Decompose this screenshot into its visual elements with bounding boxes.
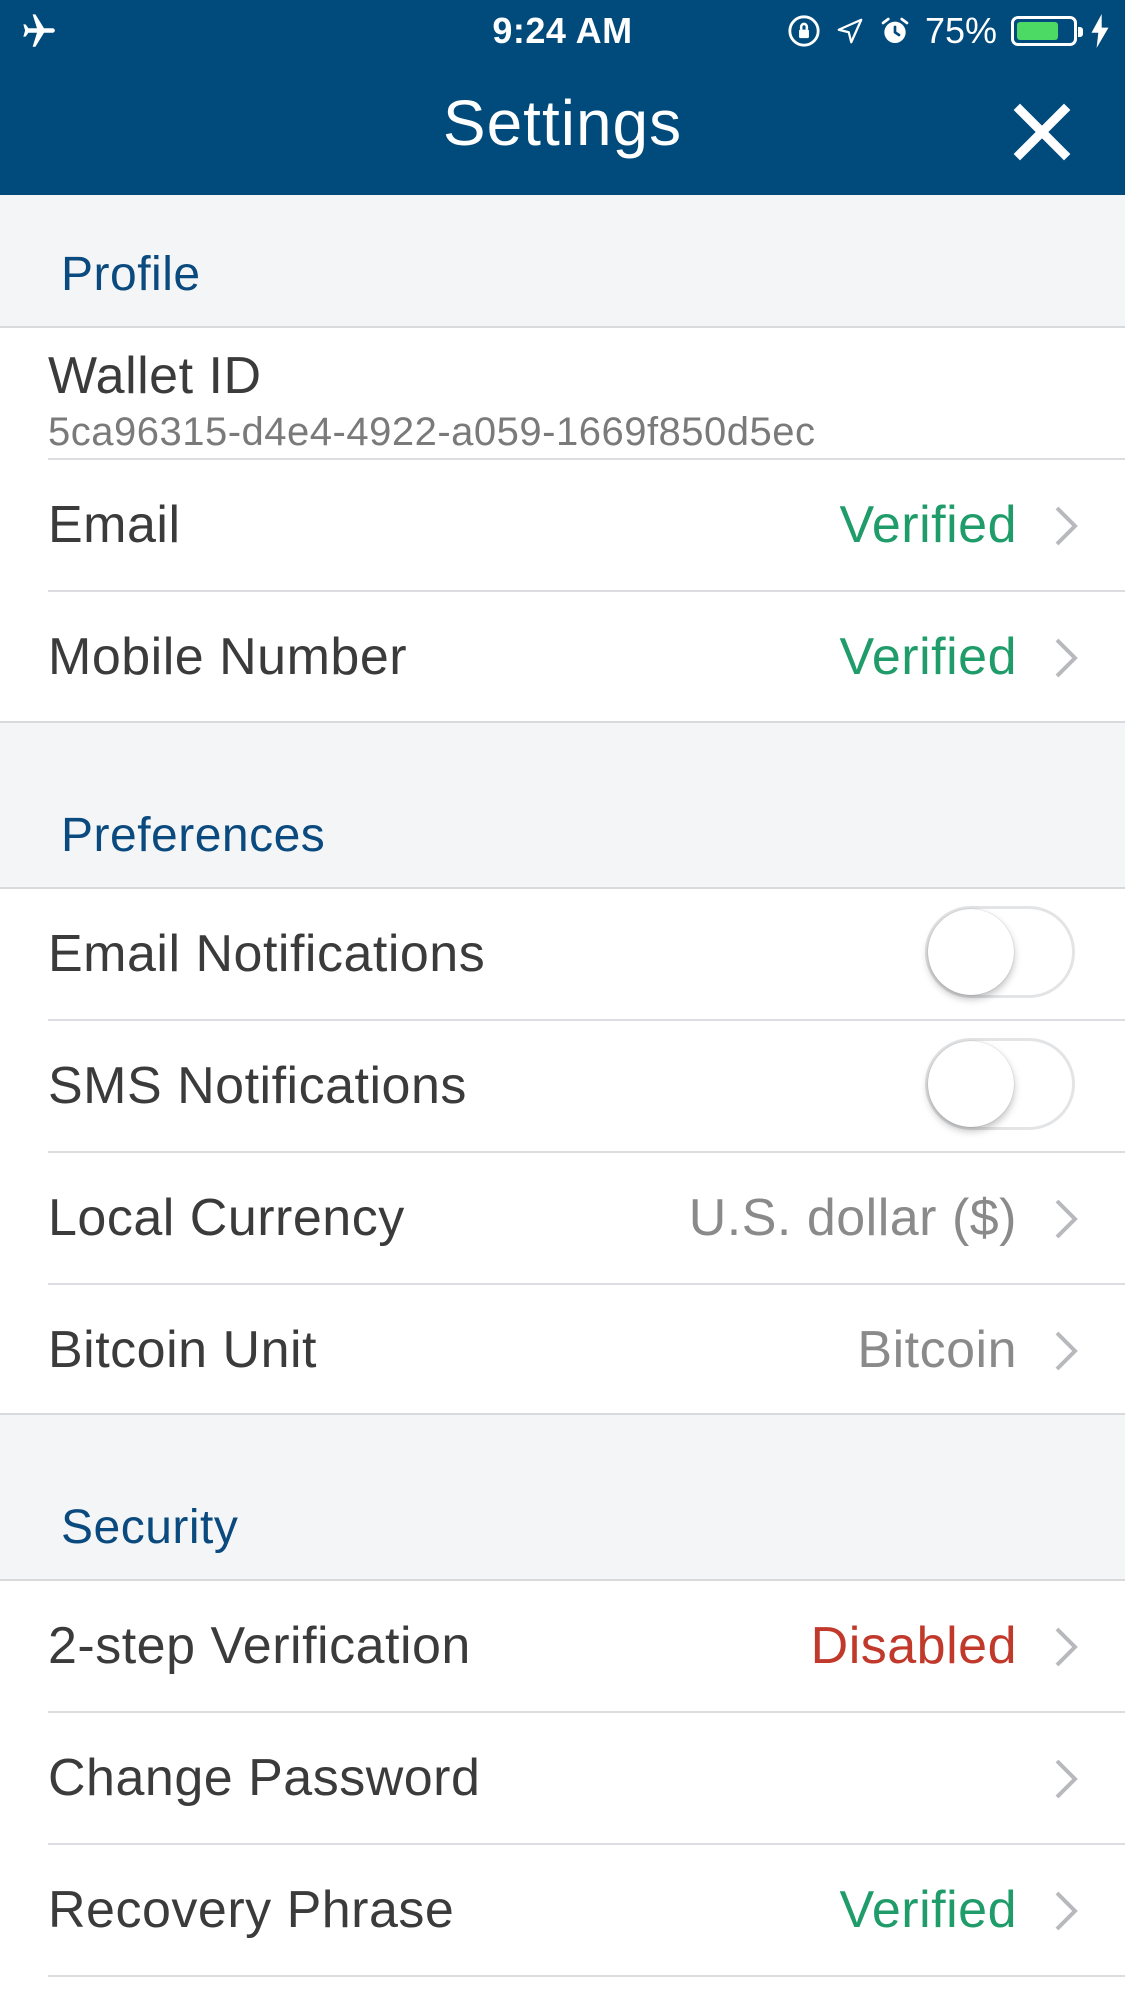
chevron-right-icon bbox=[1055, 1331, 1078, 1371]
preferences-group: Email Notifications SMS Notifications Lo… bbox=[0, 889, 1125, 1415]
app-header: 9:24 AM 75% Settings bbox=[0, 0, 1125, 195]
chevron-right-icon bbox=[1055, 1759, 1078, 1799]
battery-icon bbox=[1011, 16, 1083, 46]
bitcoin-unit-row[interactable]: Bitcoin Unit Bitcoin bbox=[0, 1285, 1125, 1415]
chevron-right-icon bbox=[1055, 1891, 1078, 1931]
recovery-phrase-status: Verified bbox=[839, 1881, 1017, 1939]
change-password-label: Change Password bbox=[48, 1749, 481, 1807]
wallet-id-value: 5ca96315-d4e4-4922-a059-1669f850d5ec bbox=[48, 410, 816, 454]
toggle-knob bbox=[928, 1041, 1014, 1127]
section-label-profile: Profile bbox=[61, 248, 201, 301]
local-currency-value: U.S. dollar ($) bbox=[688, 1189, 1017, 1247]
bitcoin-unit-value: Bitcoin bbox=[857, 1321, 1017, 1379]
status-bar: 9:24 AM 75% bbox=[0, 0, 1125, 62]
section-label-security: Security bbox=[61, 1501, 239, 1554]
battery-percent: 75% bbox=[924, 10, 997, 51]
chevron-right-icon bbox=[1055, 1199, 1078, 1239]
email-notifications-toggle[interactable] bbox=[925, 906, 1075, 998]
email-label: Email bbox=[48, 496, 181, 554]
sms-notifications-label: SMS Notifications bbox=[48, 1057, 467, 1115]
email-notifications-label: Email Notifications bbox=[48, 925, 486, 983]
wallet-id-row: Wallet ID 5ca96315-d4e4-4922-a059-1669f8… bbox=[0, 328, 1125, 460]
section-label-preferences: Preferences bbox=[61, 809, 326, 862]
mobile-number-status: Verified bbox=[839, 628, 1017, 686]
preferences-section-header: Preferences bbox=[0, 723, 1125, 889]
profile-section-header: Profile bbox=[0, 195, 1125, 328]
security-group: 2-step Verification Disabled Change Pass… bbox=[0, 1581, 1125, 2001]
status-icons: 75% bbox=[787, 10, 1109, 52]
bitcoin-unit-label: Bitcoin Unit bbox=[48, 1321, 317, 1379]
sms-notifications-toggle[interactable] bbox=[925, 1038, 1075, 1130]
recovery-phrase-row[interactable]: Recovery Phrase Verified bbox=[0, 1845, 1125, 1977]
change-password-row[interactable]: Change Password bbox=[0, 1713, 1125, 1845]
two-step-verification-status: Disabled bbox=[810, 1617, 1017, 1675]
two-step-verification-label: 2-step Verification bbox=[48, 1617, 471, 1675]
profile-group: Wallet ID 5ca96315-d4e4-4922-a059-1669f8… bbox=[0, 328, 1125, 723]
chevron-right-icon bbox=[1055, 638, 1078, 678]
battery-level bbox=[1017, 22, 1058, 40]
mobile-number-row[interactable]: Mobile Number Verified bbox=[0, 592, 1125, 723]
chevron-right-icon bbox=[1055, 506, 1078, 546]
alarm-icon bbox=[881, 17, 909, 43]
two-step-verification-row[interactable]: 2-step Verification Disabled bbox=[0, 1581, 1125, 1713]
sms-notifications-row: SMS Notifications bbox=[0, 1021, 1125, 1153]
local-currency-row[interactable]: Local Currency U.S. dollar ($) bbox=[0, 1153, 1125, 1285]
mobile-number-label: Mobile Number bbox=[48, 628, 408, 686]
page-title: Settings bbox=[442, 87, 683, 159]
email-status: Verified bbox=[839, 496, 1017, 554]
charging-icon bbox=[1091, 14, 1109, 48]
toggle-knob bbox=[928, 909, 1014, 995]
chevron-right-icon bbox=[1055, 1627, 1078, 1667]
wallet-id-label: Wallet ID bbox=[48, 347, 262, 405]
close-icon[interactable] bbox=[1010, 100, 1074, 164]
local-currency-label: Local Currency bbox=[48, 1189, 405, 1247]
email-row[interactable]: Email Verified bbox=[0, 460, 1125, 592]
location-icon bbox=[837, 18, 863, 44]
email-notifications-row: Email Notifications bbox=[0, 889, 1125, 1021]
recovery-phrase-label: Recovery Phrase bbox=[48, 1881, 455, 1939]
orientation-lock-icon bbox=[788, 15, 820, 47]
security-section-header: Security bbox=[0, 1415, 1125, 1581]
